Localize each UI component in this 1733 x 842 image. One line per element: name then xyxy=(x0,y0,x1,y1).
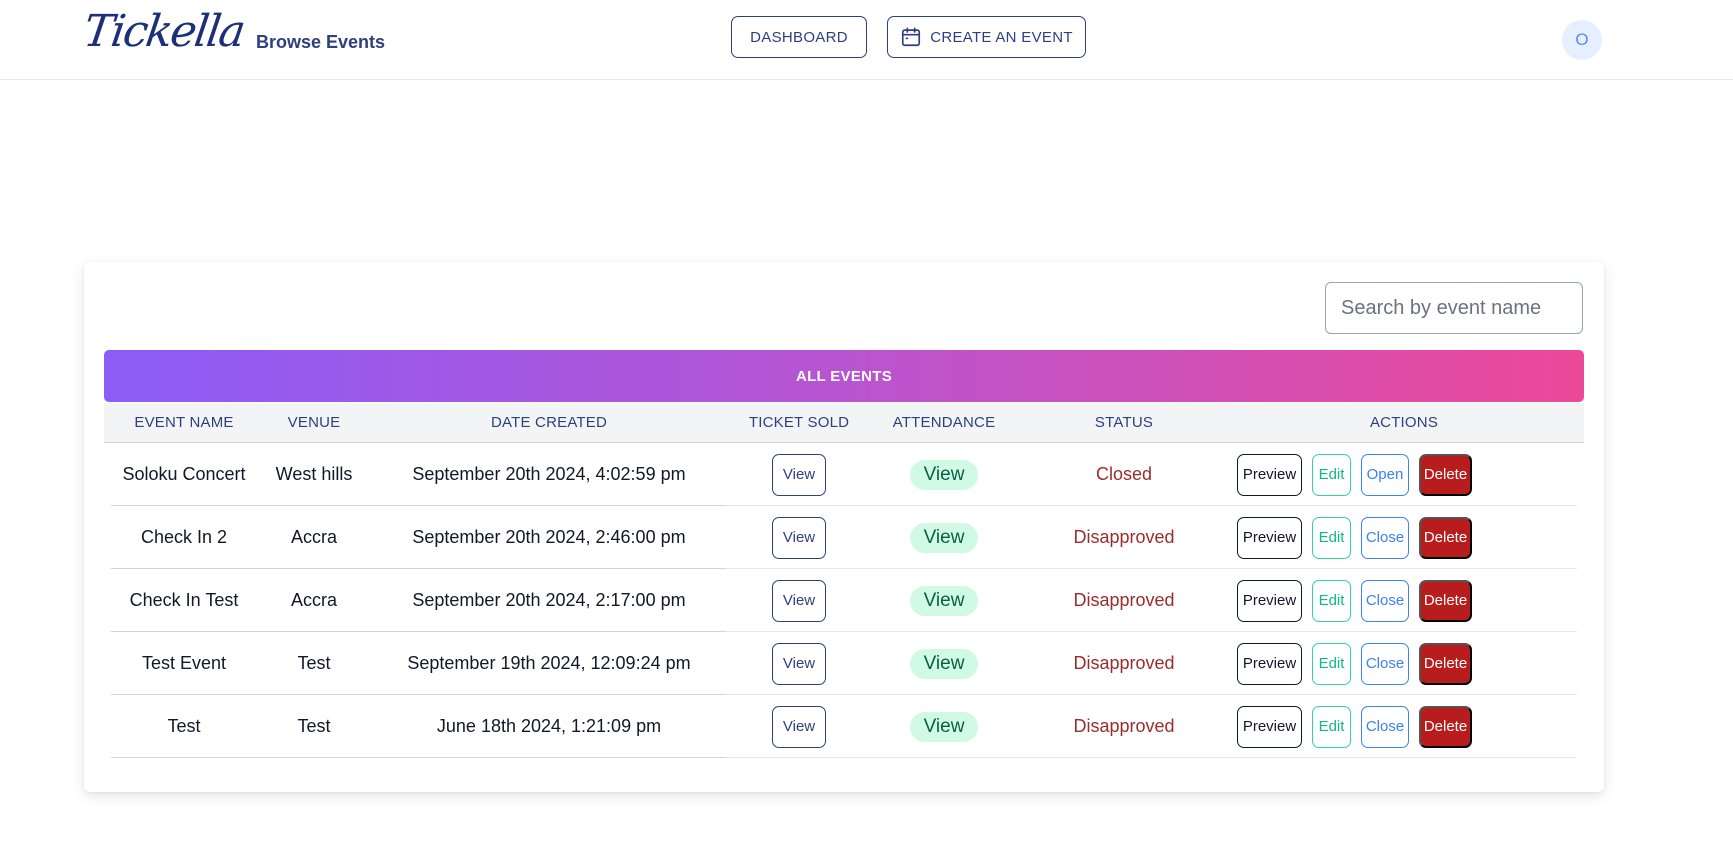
status-cell: Disapproved xyxy=(1024,632,1224,695)
view-attendance-button[interactable]: View xyxy=(910,648,978,679)
open-event-button[interactable]: Open xyxy=(1361,453,1409,496)
view-attendance-button[interactable]: View xyxy=(910,522,978,553)
delete-button[interactable]: Delete xyxy=(1419,705,1472,748)
edit-button[interactable]: Edit xyxy=(1312,516,1351,559)
row-divider xyxy=(111,757,726,758)
preview-button[interactable]: Preview xyxy=(1237,642,1302,685)
view-tickets-button[interactable]: View xyxy=(772,579,826,622)
status-text: Disapproved xyxy=(1073,716,1175,736)
status-text: Closed xyxy=(1095,464,1153,484)
preview-button[interactable]: Preview xyxy=(1237,516,1302,559)
close-event-button[interactable]: Close xyxy=(1361,516,1409,559)
status-text: Disapproved xyxy=(1073,590,1175,610)
view-attendance-button[interactable]: View xyxy=(910,585,978,616)
delete-button[interactable]: Delete xyxy=(1419,579,1472,622)
actions-cell: Preview Edit Close Delete xyxy=(1224,632,1584,695)
dashboard-button-label: DASHBOARD xyxy=(750,28,848,46)
date-created-cell: September 20th 2024, 2:17:00 pm xyxy=(412,590,686,610)
column-header-date-created: DATE CREATED xyxy=(490,414,608,431)
tickella-logo[interactable]: Tickella xyxy=(80,6,246,57)
delete-button[interactable]: Delete xyxy=(1419,642,1472,685)
event-name-cell: Check In Test xyxy=(129,590,239,610)
search-input[interactable] xyxy=(1325,282,1583,334)
event-name-cell: Test Event xyxy=(141,653,227,673)
event-name-cell: Soloku Concert xyxy=(122,464,246,484)
top-navbar: Tickella Browse Events DASHBOARD CREATE … xyxy=(0,0,1733,80)
ticket-sold-cell: View xyxy=(734,569,864,632)
actions-cell: Preview Edit Close Delete xyxy=(1224,695,1584,758)
date-created-cell: June 18th 2024, 1:21:09 pm xyxy=(436,716,662,736)
attendance-cell: View xyxy=(864,569,1024,632)
ticket-sold-cell: View xyxy=(734,443,864,506)
table-row: Test Event Test September 19th 2024, 12:… xyxy=(104,632,1584,695)
edit-button[interactable]: Edit xyxy=(1312,705,1351,748)
create-event-button[interactable]: CREATE AN EVENT xyxy=(887,16,1086,58)
date-created-cell: September 20th 2024, 4:02:59 pm xyxy=(412,464,686,484)
delete-button[interactable]: Delete xyxy=(1419,453,1472,496)
status-cell: Disapproved xyxy=(1024,506,1224,569)
edit-button[interactable]: Edit xyxy=(1312,579,1351,622)
column-header-status: STATUS xyxy=(1094,414,1154,431)
status-text: Disapproved xyxy=(1073,653,1175,673)
events-card: ALL EVENTS EVENT NAME VENUE DATE CREATED… xyxy=(84,262,1604,792)
table-row: Check In Test Accra September 20th 2024,… xyxy=(104,569,1584,632)
column-header-event-name: EVENT NAME xyxy=(134,414,234,431)
table-row: Soloku Concert West hills September 20th… xyxy=(104,443,1584,506)
venue-cell: Test xyxy=(297,716,331,736)
ticket-sold-cell: View xyxy=(734,695,864,758)
table-row: Check In 2 Accra September 20th 2024, 2:… xyxy=(104,506,1584,569)
view-tickets-button[interactable]: View xyxy=(772,642,826,685)
edit-button[interactable]: Edit xyxy=(1312,453,1351,496)
close-event-button[interactable]: Close xyxy=(1361,705,1409,748)
ticket-sold-cell: View xyxy=(734,506,864,569)
preview-button[interactable]: Preview xyxy=(1237,705,1302,748)
view-attendance-button[interactable]: View xyxy=(910,711,978,742)
status-cell: Disapproved xyxy=(1024,695,1224,758)
close-event-button[interactable]: Close xyxy=(1361,642,1409,685)
view-tickets-button[interactable]: View xyxy=(772,705,826,748)
browse-events-link[interactable]: Browse Events xyxy=(256,32,385,53)
actions-cell: Preview Edit Close Delete xyxy=(1224,569,1584,632)
column-header-actions: ACTIONS xyxy=(1369,414,1439,431)
column-header-venue: VENUE xyxy=(287,414,341,431)
actions-cell: Preview Edit Close Delete xyxy=(1224,506,1584,569)
attendance-cell: View xyxy=(864,443,1024,506)
event-name-cell: Test xyxy=(167,716,201,736)
table-row: Test Test June 18th 2024, 1:21:09 pm Vie… xyxy=(104,695,1584,758)
attendance-cell: View xyxy=(864,695,1024,758)
column-header-attendance: ATTENDANCE xyxy=(892,414,996,431)
venue-cell: West hills xyxy=(275,464,353,484)
view-tickets-button[interactable]: View xyxy=(772,453,826,496)
preview-button[interactable]: Preview xyxy=(1237,579,1302,622)
edit-button[interactable]: Edit xyxy=(1312,642,1351,685)
ticket-sold-cell: View xyxy=(734,632,864,695)
table-header: EVENT NAME VENUE DATE CREATED TICKET SOL… xyxy=(104,403,1584,443)
event-name-cell: Check In 2 xyxy=(140,527,228,547)
calendar-icon xyxy=(902,27,921,47)
delete-button[interactable]: Delete xyxy=(1419,516,1472,559)
venue-cell: Accra xyxy=(290,590,337,610)
user-avatar[interactable]: O xyxy=(1562,20,1602,60)
all-events-title: ALL EVENTS xyxy=(795,367,893,385)
attendance-cell: View xyxy=(864,632,1024,695)
venue-cell: Test xyxy=(297,653,331,673)
status-text: Disapproved xyxy=(1073,527,1175,547)
close-event-button[interactable]: Close xyxy=(1361,579,1409,622)
venue-cell: Accra xyxy=(290,527,337,547)
status-cell: Closed xyxy=(1024,443,1224,506)
preview-button[interactable]: Preview xyxy=(1237,453,1302,496)
date-created-cell: September 20th 2024, 2:46:00 pm xyxy=(412,527,686,547)
date-created-cell: September 19th 2024, 12:09:24 pm xyxy=(407,653,691,673)
column-header-ticket-sold: TICKET SOLD xyxy=(748,414,850,431)
view-tickets-button[interactable]: View xyxy=(772,516,826,559)
dashboard-button[interactable]: DASHBOARD xyxy=(731,16,867,58)
view-attendance-button[interactable]: View xyxy=(910,459,978,490)
all-events-banner: ALL EVENTS xyxy=(104,350,1584,402)
actions-cell: Preview Edit Open Delete xyxy=(1224,443,1584,506)
status-cell: Disapproved xyxy=(1024,569,1224,632)
create-event-button-label: CREATE AN EVENT xyxy=(930,28,1073,46)
attendance-cell: View xyxy=(864,506,1024,569)
